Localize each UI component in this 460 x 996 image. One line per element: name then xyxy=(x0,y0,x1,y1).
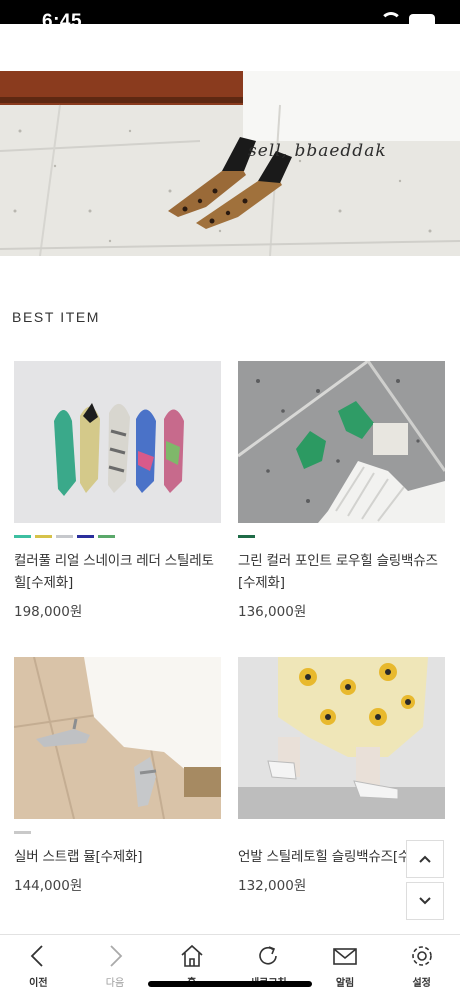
hero-image xyxy=(0,71,460,256)
nav-alerts[interactable]: 알림 xyxy=(307,935,384,996)
hero-banner[interactable]: sell, bbaeddak xyxy=(0,71,460,256)
color-swatch[interactable] xyxy=(14,535,31,538)
nav-forward[interactable]: 다음 xyxy=(77,935,154,996)
scroll-top-button[interactable] xyxy=(406,840,444,878)
nav-back-label: 이전 xyxy=(29,978,48,989)
chevron-left-icon xyxy=(25,943,51,969)
refresh-icon xyxy=(255,943,281,969)
product-card[interactable]: 실버 스트랩 뮬[수제화] 144,000원 xyxy=(14,657,221,894)
color-swatch[interactable] xyxy=(238,535,255,538)
nav-settings[interactable]: 설정 xyxy=(383,935,460,996)
nav-alerts-label: 알림 xyxy=(335,978,355,989)
chevron-right-icon xyxy=(102,943,128,969)
mail-icon xyxy=(332,943,358,969)
product-price: 144,000원 xyxy=(14,878,83,894)
section-title: BEST ITEM xyxy=(12,309,101,325)
product-image[interactable] xyxy=(238,657,445,819)
home-icon xyxy=(179,943,205,969)
color-swatches xyxy=(238,535,445,538)
product-name[interactable]: 실버 스트랩 뮬[수제화] xyxy=(14,846,221,868)
nav-forward-label: 다음 xyxy=(105,978,125,989)
product-card[interactable]: 그린 컬러 포인트 로우힐 슬링백슈즈[수제화] 136,000원 xyxy=(238,361,445,620)
home-indicator xyxy=(148,981,312,987)
product-image[interactable] xyxy=(14,361,221,523)
product-image[interactable] xyxy=(238,361,445,523)
gear-icon xyxy=(409,943,435,969)
color-swatches xyxy=(14,535,221,538)
hero-caption: sell, bbaeddak xyxy=(248,141,387,161)
nav-settings-label: 설정 xyxy=(412,978,431,989)
product-price: 136,000원 xyxy=(238,604,307,620)
color-swatch[interactable] xyxy=(98,535,115,538)
chevron-up-icon xyxy=(419,855,431,863)
wifi-icon xyxy=(380,12,402,24)
scroll-bottom-button[interactable] xyxy=(406,882,444,920)
color-swatches xyxy=(14,831,221,834)
product-name[interactable]: 컬러풀 리얼 스네이크 레더 스틸레토힐[수제화] xyxy=(14,550,221,594)
chevron-down-icon xyxy=(419,897,431,905)
nav-back[interactable]: 이전 xyxy=(0,935,77,996)
product-price: 198,000원 xyxy=(14,604,83,620)
color-swatch[interactable] xyxy=(77,535,94,538)
product-image[interactable] xyxy=(14,657,221,819)
battery-icon xyxy=(409,14,435,24)
product-name[interactable]: 그린 컬러 포인트 로우힐 슬링백슈즈[수제화] xyxy=(238,550,445,594)
color-swatch[interactable] xyxy=(35,535,52,538)
color-swatch[interactable] xyxy=(14,831,31,834)
color-swatch[interactable] xyxy=(56,535,73,538)
color-swatches xyxy=(238,831,445,834)
product-card[interactable]: 컬러풀 리얼 스네이크 레더 스틸레토힐[수제화] 198,000원 xyxy=(14,361,221,620)
status-time: 6:45 xyxy=(42,11,83,24)
status-bar: 6:45 xyxy=(0,0,460,24)
